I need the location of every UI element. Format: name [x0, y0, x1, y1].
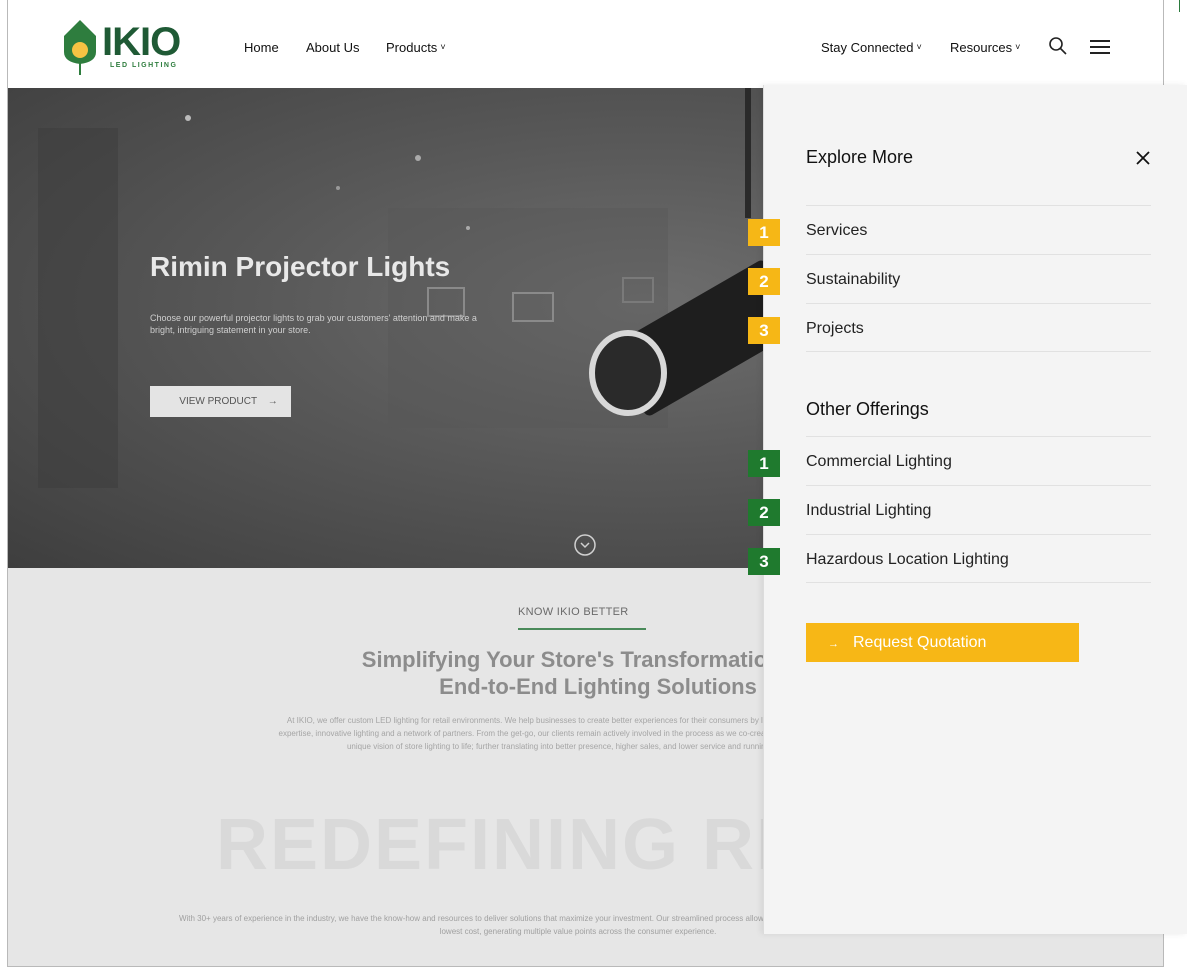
- chevron-down-circle-icon: [574, 534, 596, 556]
- offering-item-label: Commercial Lighting: [806, 453, 952, 470]
- offering-badge-3: 3: [748, 548, 780, 575]
- corner-accent-line: [1168, 0, 1180, 12]
- explore-item-label: Services: [806, 222, 868, 239]
- search-icon: [1049, 37, 1067, 55]
- explore-badge-1: 1: [748, 219, 780, 246]
- explore-item-label: Sustainability: [806, 271, 901, 288]
- chevron-down-icon: ˅: [440, 42, 446, 52]
- explore-badge-3: 3: [748, 317, 780, 344]
- explore-item-projects[interactable]: 3 Projects: [748, 303, 1151, 352]
- view-product-label: VIEW PRODUCT: [179, 396, 257, 407]
- offering-item-label: Industrial Lighting: [806, 502, 932, 519]
- other-offerings-title: Other Offerings: [806, 399, 929, 419]
- hamburger-menu-icon: [1090, 40, 1110, 54]
- explore-badge-2: 2: [748, 268, 780, 295]
- nav-products[interactable]: Products ˅: [386, 40, 446, 55]
- menu-button[interactable]: [1089, 38, 1111, 61]
- section-kicker: KNOW IKIO BETTER: [518, 606, 629, 618]
- nav-resources-label: Resources: [950, 40, 1013, 55]
- nav-about-us[interactable]: About Us: [306, 40, 359, 55]
- nav-home-label: Home: [244, 40, 279, 55]
- nav-resources[interactable]: Resources ˅: [950, 40, 1020, 55]
- arrow-right-icon: →: [828, 638, 839, 650]
- offering-item-industrial[interactable]: 2 Industrial Lighting: [748, 485, 1151, 534]
- explore-item-sustainability[interactable]: 2 Sustainability: [748, 254, 1151, 303]
- ikio-logo[interactable]: IKIO LED LIGHTING: [60, 18, 200, 76]
- nav-about-label: About Us: [306, 40, 360, 55]
- explore-more-panel: Explore More 1 Services 2 Sustainability…: [748, 85, 1187, 934]
- nav-stay-connected[interactable]: Stay Connected ˅: [821, 40, 922, 55]
- request-quotation-button[interactable]: → Request Quotation: [806, 623, 1079, 662]
- offering-item-commercial[interactable]: 1 Commercial Lighting: [748, 436, 1151, 485]
- explore-more-list: 1 Services 2 Sustainability 3 Projects: [748, 205, 1151, 352]
- explore-item-label: Projects: [806, 320, 864, 337]
- chevron-down-icon: ˅: [916, 42, 922, 52]
- arrow-right-icon: →: [267, 396, 278, 407]
- offering-item-label: Hazardous Location Lighting: [806, 551, 1009, 568]
- hero-title: Rimin Projector Lights: [150, 251, 451, 282]
- other-offerings-list: 1 Commercial Lighting 2 Industrial Light…: [748, 436, 1151, 583]
- site-header: IKIO LED LIGHTING Home About Us Products…: [8, 0, 1163, 84]
- search-button[interactable]: [1048, 36, 1068, 61]
- close-button[interactable]: [1134, 149, 1152, 172]
- view-product-button[interactable]: VIEW PRODUCT →: [150, 386, 291, 417]
- explore-more-title: Explore More: [806, 147, 914, 167]
- hero-subtitle: Choose our powerful projector lights to …: [150, 313, 477, 335]
- request-quotation-label: Request Quotation: [853, 634, 987, 651]
- kicker-underline: [518, 628, 646, 630]
- offering-item-hazardous[interactable]: 3 Hazardous Location Lighting: [748, 534, 1151, 583]
- scroll-down-button[interactable]: [573, 533, 597, 562]
- offering-badge-2: 2: [748, 499, 780, 526]
- nav-products-label: Products: [386, 40, 438, 55]
- logo-leaf-icon: [64, 20, 96, 75]
- explore-item-services[interactable]: 1 Services: [748, 205, 1151, 254]
- offering-badge-1: 1: [748, 450, 780, 477]
- logo-wordmark: IKIO: [102, 20, 181, 64]
- logo-tagline: LED LIGHTING: [110, 62, 178, 69]
- chevron-down-icon: ˅: [1015, 42, 1021, 52]
- nav-home[interactable]: Home: [244, 40, 279, 55]
- nav-stay-connected-label: Stay Connected: [821, 40, 914, 55]
- close-icon: [1136, 151, 1150, 165]
